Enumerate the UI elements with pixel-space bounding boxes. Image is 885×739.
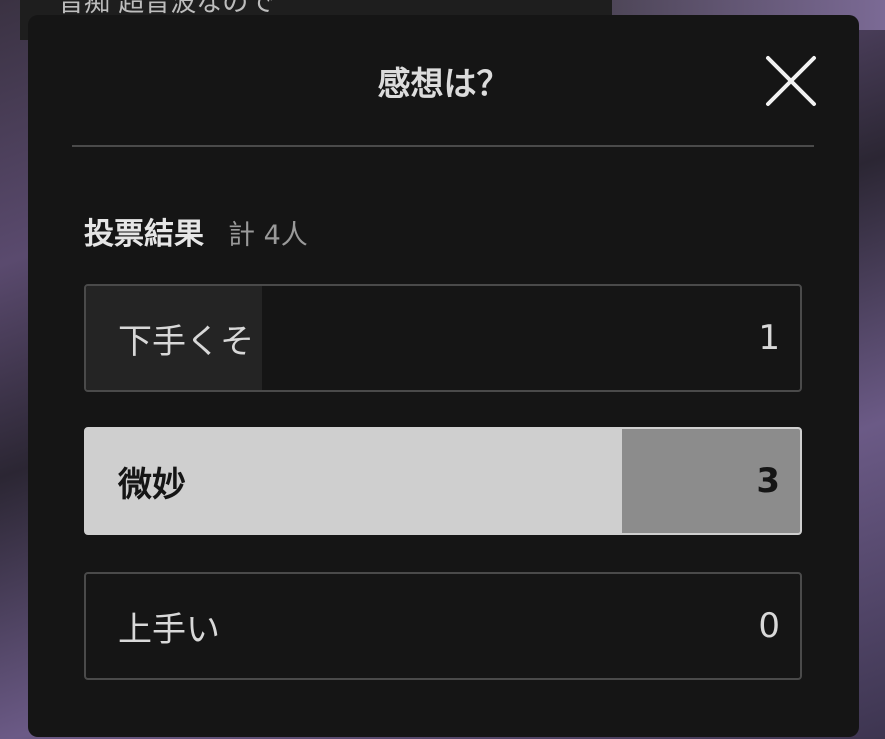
vote-option-count: 1 xyxy=(758,318,780,358)
vote-option-label: 下手くそ xyxy=(118,321,254,362)
vote-total-count: 計 4人 xyxy=(228,220,308,251)
close-button[interactable] xyxy=(763,53,819,109)
vote-option-count: 0 xyxy=(758,606,780,646)
vote-result-heading: 投票結果 xyxy=(84,217,204,252)
close-icon xyxy=(766,56,816,106)
dialog-title: 感想は？ xyxy=(377,64,510,103)
vote-option-so-so[interactable]: 微妙 3 xyxy=(84,427,802,535)
vote-option-label: 上手い xyxy=(118,609,220,650)
vote-result-header: 投票結果 計 4人 xyxy=(84,209,308,252)
vote-option-good[interactable]: 上手い 0 xyxy=(84,572,802,680)
vote-option-count: 3 xyxy=(756,461,780,501)
vote-option-label: 微妙 xyxy=(118,464,186,505)
vote-result-dialog: 感想は？ 投票結果 計 4人 下手くそ 1 微妙 3 上手い 0 xyxy=(28,15,859,737)
header-divider xyxy=(72,145,814,147)
vote-option-bad[interactable]: 下手くそ 1 xyxy=(84,284,802,392)
